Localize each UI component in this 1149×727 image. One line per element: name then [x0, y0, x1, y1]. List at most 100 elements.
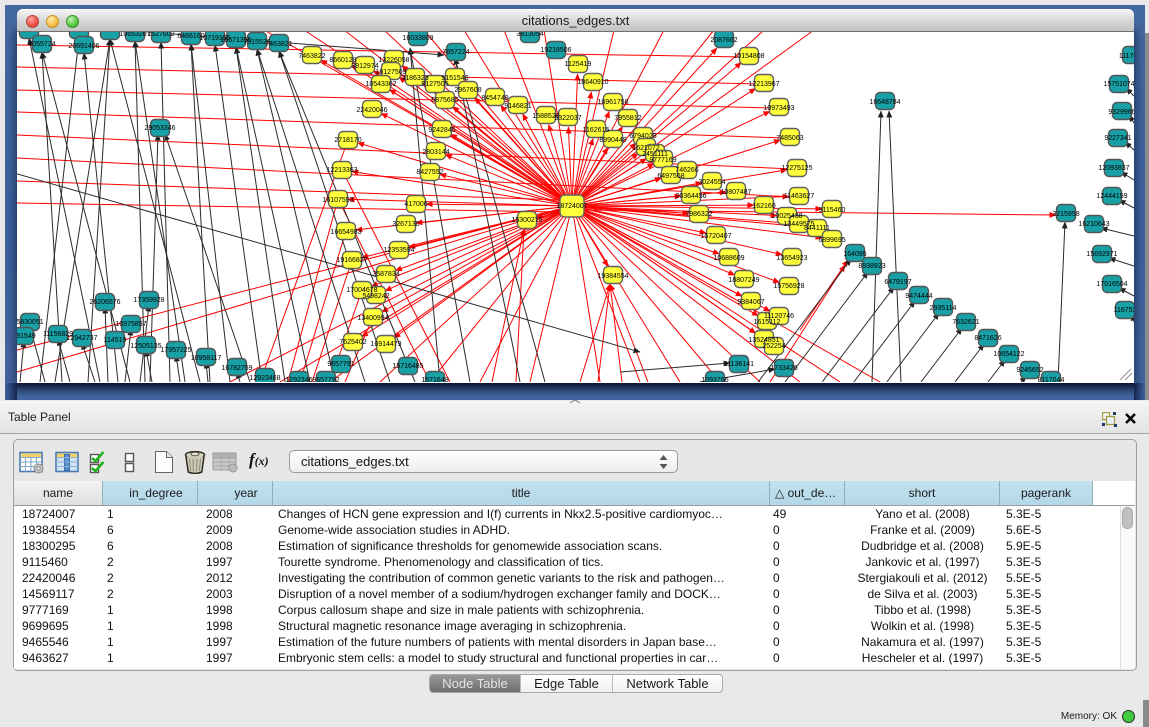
svg-text:17359928: 17359928: [133, 297, 164, 304]
svg-text:19384554: 19384554: [597, 273, 628, 280]
svg-text:8938923: 8938923: [858, 263, 885, 270]
svg-text:13654923: 13654923: [776, 255, 807, 262]
svg-text:8990448: 8990448: [599, 137, 626, 144]
svg-text:12444159: 12444159: [1096, 193, 1127, 200]
svg-text:10653267: 10653267: [119, 31, 150, 38]
svg-text:16914479: 16914479: [370, 341, 401, 348]
svg-text:2803144: 2803144: [422, 149, 449, 156]
svg-text:2718170: 2718170: [334, 137, 361, 144]
svg-text:13226058: 13226058: [378, 57, 409, 64]
svg-text:16782759: 16782759: [221, 365, 252, 372]
svg-text:10654122: 10654122: [993, 351, 1024, 358]
svg-text:746266: 746266: [675, 167, 698, 174]
svg-text:16210643: 16210643: [1078, 221, 1109, 228]
svg-text:15300275: 15300275: [511, 217, 542, 224]
svg-text:4055724: 4055724: [28, 41, 55, 48]
svg-text:9245652: 9245652: [1016, 367, 1043, 374]
svg-text:9657791: 9657791: [327, 361, 354, 368]
svg-text:3024554: 3024554: [698, 179, 725, 186]
svg-text:17016504: 17016504: [1096, 281, 1127, 288]
svg-text:5498242: 5498242: [362, 293, 389, 300]
svg-text:1733426: 1733426: [770, 365, 797, 372]
svg-text:29053346: 29053346: [144, 125, 175, 132]
svg-text:1162615: 1162615: [583, 127, 610, 134]
svg-text:6899695: 6899695: [818, 237, 845, 244]
svg-text:17957225: 17957225: [160, 347, 191, 354]
svg-text:12275125: 12275125: [781, 165, 812, 172]
svg-text:10688609: 10688609: [713, 255, 744, 262]
svg-text:15720407: 15720407: [700, 233, 731, 240]
svg-text:116753: 116753: [1114, 307, 1134, 314]
svg-text:9227341: 9227341: [1104, 135, 1131, 142]
svg-text:20364456: 20364456: [675, 193, 706, 200]
svg-text:1527602: 1527602: [147, 31, 174, 38]
svg-text:1292346: 1292346: [285, 377, 312, 382]
svg-text:162160: 162160: [752, 203, 775, 210]
svg-text:16033809: 16033809: [402, 35, 433, 42]
svg-text:13400994: 13400994: [357, 315, 388, 322]
svg-text:8454749: 8454749: [481, 95, 508, 102]
svg-text:12505135: 12505135: [130, 343, 161, 350]
svg-text:12942737: 12942737: [66, 335, 97, 342]
svg-text:12213363: 12213363: [326, 167, 357, 174]
svg-text:7986322: 7986322: [685, 211, 712, 218]
svg-text:6479197: 6479197: [884, 279, 911, 286]
svg-text:9242845: 9242845: [428, 127, 455, 134]
svg-text:991549: 991549: [17, 333, 36, 340]
svg-text:9474444: 9474444: [905, 293, 932, 300]
svg-text:16107553: 16107553: [322, 197, 353, 204]
svg-text:10025438: 10025438: [771, 213, 802, 220]
svg-text:3587834: 3587834: [372, 271, 399, 278]
svg-text:15716485: 15716485: [392, 363, 423, 370]
svg-text:18807249: 18807249: [728, 277, 759, 284]
svg-text:18640910: 18640910: [577, 79, 608, 86]
svg-text:16961758: 16961758: [597, 99, 628, 106]
svg-text:6794028: 6794028: [629, 133, 656, 140]
svg-text:16654983: 16654983: [330, 229, 361, 236]
svg-text:15692971: 15692971: [1086, 251, 1117, 258]
svg-text:1117042: 1117042: [1119, 53, 1134, 60]
svg-text:12213967: 12213967: [748, 81, 779, 88]
svg-text:9115460: 9115460: [819, 207, 846, 214]
svg-text:26206576: 26206576: [89, 299, 120, 306]
svg-text:9384067: 9384067: [737, 299, 764, 306]
svg-text:11463627: 11463627: [784, 193, 815, 200]
svg-text:9777169: 9777169: [649, 157, 676, 164]
svg-text:9657792: 9657792: [312, 377, 339, 382]
svg-text:10958117: 10958117: [191, 355, 222, 362]
svg-text:7463822: 7463822: [298, 53, 325, 60]
svg-text:12093837: 12093837: [1098, 165, 1129, 172]
svg-text:6497568: 6497568: [657, 173, 684, 180]
svg-text:1125419: 1125419: [565, 61, 592, 68]
svg-text:22420046: 22420046: [356, 107, 387, 114]
svg-text:19218506: 19218506: [540, 47, 571, 54]
svg-text:15751074: 15751074: [1103, 81, 1134, 88]
svg-text:8117044: 8117044: [1038, 377, 1065, 382]
svg-text:7857224: 7857224: [442, 49, 469, 56]
svg-text:5875685: 5875685: [431, 97, 458, 104]
svg-text:417006: 417006: [404, 201, 427, 208]
svg-text:10154808: 10154808: [733, 53, 764, 60]
svg-text:20691406: 20691406: [68, 43, 99, 50]
svg-text:8441111: 8441111: [804, 225, 830, 232]
svg-text:9127505: 9127505: [421, 81, 448, 88]
svg-text:11120746: 11120746: [764, 313, 794, 320]
svg-text:2087662: 2087662: [710, 37, 737, 44]
svg-text:18724007: 18724007: [556, 203, 587, 210]
svg-text:7463821: 7463821: [265, 41, 292, 48]
svg-text:5322037: 5322037: [554, 115, 581, 122]
svg-text:164095: 164095: [843, 251, 866, 258]
svg-text:252254: 252254: [762, 343, 785, 350]
svg-text:9329966: 9329966: [1108, 109, 1134, 116]
svg-text:15756928: 15756928: [773, 283, 804, 290]
svg-text:7955812: 7955812: [614, 115, 641, 122]
svg-text:1093766: 1093766: [701, 377, 728, 382]
svg-text:8427552: 8427552: [416, 169, 443, 176]
svg-text:10807487: 10807487: [720, 189, 751, 196]
svg-text:16648784: 16648784: [869, 99, 900, 106]
svg-text:8471626: 8471626: [974, 335, 1001, 342]
svg-text:114519: 114519: [104, 337, 127, 344]
svg-text:10975857: 10975857: [115, 321, 146, 328]
svg-text:1615112: 1615112: [754, 319, 781, 326]
svg-text:7625402: 7625402: [339, 339, 366, 346]
